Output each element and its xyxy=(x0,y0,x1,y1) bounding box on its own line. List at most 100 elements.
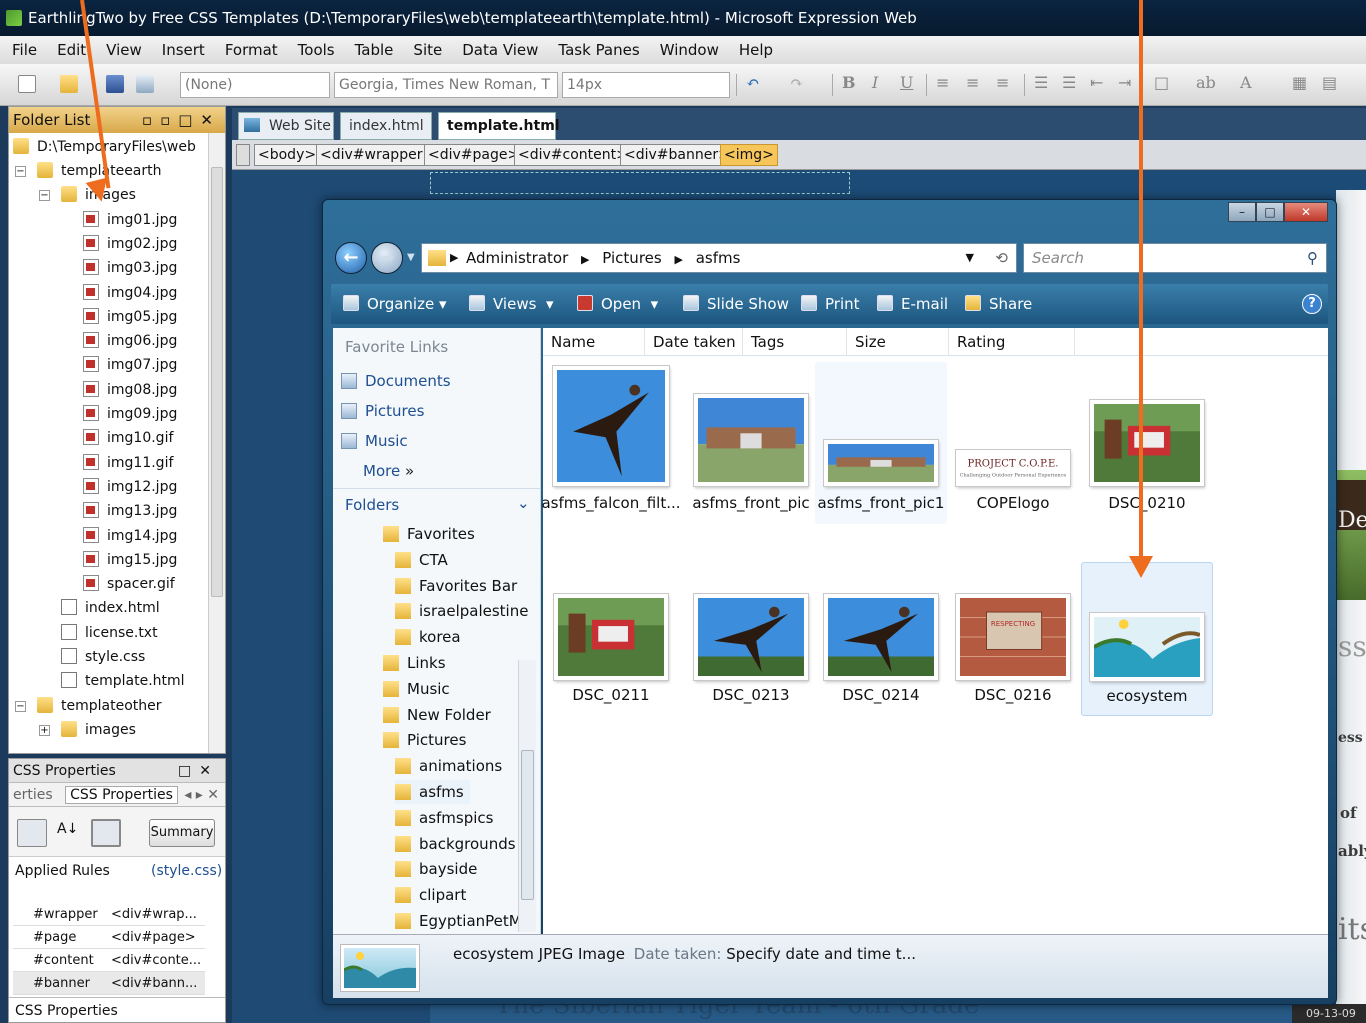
crumb-page[interactable]: <div#page> xyxy=(424,144,524,166)
folder-tree-item[interactable]: bayside xyxy=(395,857,477,881)
bold-icon[interactable]: B xyxy=(842,73,856,92)
save-icon[interactable] xyxy=(106,75,124,93)
tree-expander-icon[interactable]: + xyxy=(39,724,50,736)
back-button[interactable]: ← xyxy=(335,242,367,274)
font-color-icon[interactable]: A xyxy=(1240,73,1252,92)
menu-help[interactable]: Help xyxy=(739,41,773,59)
italic-icon[interactable]: I xyxy=(872,73,878,92)
show-set-properties-icon[interactable] xyxy=(91,819,121,847)
menu-file[interactable]: File xyxy=(12,41,37,59)
tree-item[interactable]: img13.jpg xyxy=(83,499,177,523)
highlight-icon[interactable]: ab xyxy=(1196,73,1216,92)
folders-scrollbar[interactable] xyxy=(518,660,536,932)
more-links-button[interactable]: More » xyxy=(363,462,414,480)
applied-rule-row[interactable]: #wrapper <div#wrap... xyxy=(13,903,205,926)
column-header[interactable]: Rating xyxy=(949,328,1075,356)
file-tile[interactable]: ecosystem xyxy=(1081,562,1213,716)
folder-tree-item[interactable]: Favorites Bar xyxy=(395,574,517,598)
close-button[interactable]: ✕ xyxy=(1284,202,1328,222)
chevron-down-icon[interactable]: ⌄ xyxy=(517,494,530,512)
preview-icon[interactable] xyxy=(136,75,154,93)
tab-properties[interactable]: erties xyxy=(13,787,53,803)
folder-tree-item[interactable]: EgyptianPetM xyxy=(395,909,522,933)
file-tile[interactable]: asfms_falcon_filt... xyxy=(541,362,681,524)
scrollbar-thumb[interactable] xyxy=(211,167,223,597)
folder-tree-item[interactable]: clipart xyxy=(395,883,466,907)
menu-view[interactable]: View xyxy=(106,41,142,59)
tree-item[interactable]: spacer.gif xyxy=(83,572,175,596)
file-tile[interactable]: DSC_0213 xyxy=(685,562,817,716)
column-header[interactable]: Name xyxy=(543,328,645,356)
categorized-view-icon[interactable] xyxy=(17,819,47,847)
tree-item[interactable]: template.html xyxy=(61,669,185,693)
menu-site[interactable]: Site xyxy=(413,41,442,59)
minimize-button[interactable]: – xyxy=(1228,202,1256,222)
folder-tree-item[interactable]: korea xyxy=(395,625,461,649)
views-button[interactable]: Views ▾ xyxy=(469,284,554,324)
decrease-indent-icon[interactable]: ⇤ xyxy=(1090,73,1103,92)
share-button[interactable]: Share xyxy=(965,284,1032,324)
underline-icon[interactable]: U xyxy=(900,73,913,92)
maximize-button[interactable]: □ xyxy=(1256,202,1284,222)
search-icon[interactable]: ⚲ xyxy=(1307,244,1318,272)
crumb-body[interactable]: <body> xyxy=(254,144,321,166)
status-date-value[interactable]: Specify date and time t... xyxy=(726,945,916,963)
table-icon[interactable]: ▦ xyxy=(1292,73,1307,92)
menu-tools[interactable]: Tools xyxy=(298,41,335,59)
menu-data-view[interactable]: Data View xyxy=(462,41,538,59)
file-tile[interactable]: DSC_0211 xyxy=(545,562,677,716)
forward-button[interactable]: → xyxy=(371,242,403,274)
tab-css-properties[interactable]: CSS Properties xyxy=(65,786,178,804)
borders-icon[interactable]: □ xyxy=(1154,73,1169,92)
favorite-link-music[interactable]: Music xyxy=(341,432,408,450)
applied-rule-row[interactable]: #content <div#conte... xyxy=(13,949,205,972)
file-tile[interactable]: DSC_0214 xyxy=(815,562,947,716)
folders-heading[interactable]: Folders xyxy=(345,496,399,514)
bullet-list-icon[interactable]: ☰ xyxy=(1062,73,1076,92)
folder-tree-item[interactable]: Music xyxy=(383,677,450,701)
menu-window[interactable]: Window xyxy=(660,41,719,59)
undo-icon[interactable]: ↶ xyxy=(746,73,759,92)
folder-tree-item[interactable]: New Folder xyxy=(383,703,491,727)
tree-item[interactable]: img07.jpg xyxy=(83,353,177,377)
folder-tree-item[interactable]: Links xyxy=(383,651,446,675)
file-tile[interactable]: asfms_front_pic xyxy=(685,362,817,524)
crumb-img[interactable]: <img> xyxy=(720,144,778,166)
organize-button[interactable]: Organize ▾ xyxy=(343,284,447,324)
menu-table[interactable]: Table xyxy=(355,41,394,59)
folder-tree-item[interactable]: CTA xyxy=(395,548,448,572)
folder-tree-item[interactable]: Favorites xyxy=(383,522,475,546)
tree-item[interactable]: templateother xyxy=(37,694,162,718)
file-tile[interactable]: DSC_0210 xyxy=(1081,362,1213,524)
menu-task-panes[interactable]: Task Panes xyxy=(558,41,639,59)
tree-item[interactable]: license.txt xyxy=(61,621,158,645)
new-page-icon[interactable] xyxy=(18,75,36,93)
menu-format[interactable]: Format xyxy=(225,41,278,59)
tree-item[interactable]: img02.jpg xyxy=(83,232,177,256)
crumb-scroll-left[interactable] xyxy=(236,144,250,166)
panel-window-buttons[interactable]: ▫▫□✕ xyxy=(142,107,221,133)
refresh-icon[interactable]: ⟲ xyxy=(995,244,1008,272)
address-segment-asfms[interactable]: asfms xyxy=(696,249,741,267)
redo-icon[interactable]: ↷ xyxy=(790,73,803,92)
address-dropdown-icon[interactable]: ▼ xyxy=(966,244,974,272)
file-tile[interactable]: PROJECT C.O.P.E. Challenging Outdoor Pers… xyxy=(947,362,1079,524)
align-center-icon[interactable]: ≡ xyxy=(966,73,979,92)
folder-tree-item[interactable]: backgrounds xyxy=(395,832,516,856)
address-bar[interactable]: ▶ Administrator ▶ Pictures ▶ asfms ▼ ⟲ xyxy=(421,243,1017,273)
folder-list-scrollbar[interactable] xyxy=(208,133,225,753)
folder-tree-item[interactable]: israelpalestine xyxy=(395,599,528,623)
email-button[interactable]: E-mail xyxy=(877,284,948,324)
crumb-content[interactable]: <div#content> xyxy=(514,144,632,166)
column-header[interactable]: Size xyxy=(847,328,949,356)
address-segment-pictures[interactable]: Pictures xyxy=(602,249,661,267)
tree-item[interactable]: images xyxy=(61,718,136,742)
tree-item[interactable]: style.css xyxy=(61,645,145,669)
tab-template-html[interactable]: template.html xyxy=(438,112,560,140)
menu-insert[interactable]: Insert xyxy=(162,41,205,59)
column-header[interactable]: Date taken xyxy=(645,328,743,356)
align-right-icon[interactable]: ≡ xyxy=(996,73,1009,92)
layer-icon[interactable]: ▤ xyxy=(1322,73,1337,92)
applied-rule-row[interactable]: #banner <div#bann... xyxy=(13,972,205,995)
tree-item[interactable]: img09.jpg xyxy=(83,402,177,426)
